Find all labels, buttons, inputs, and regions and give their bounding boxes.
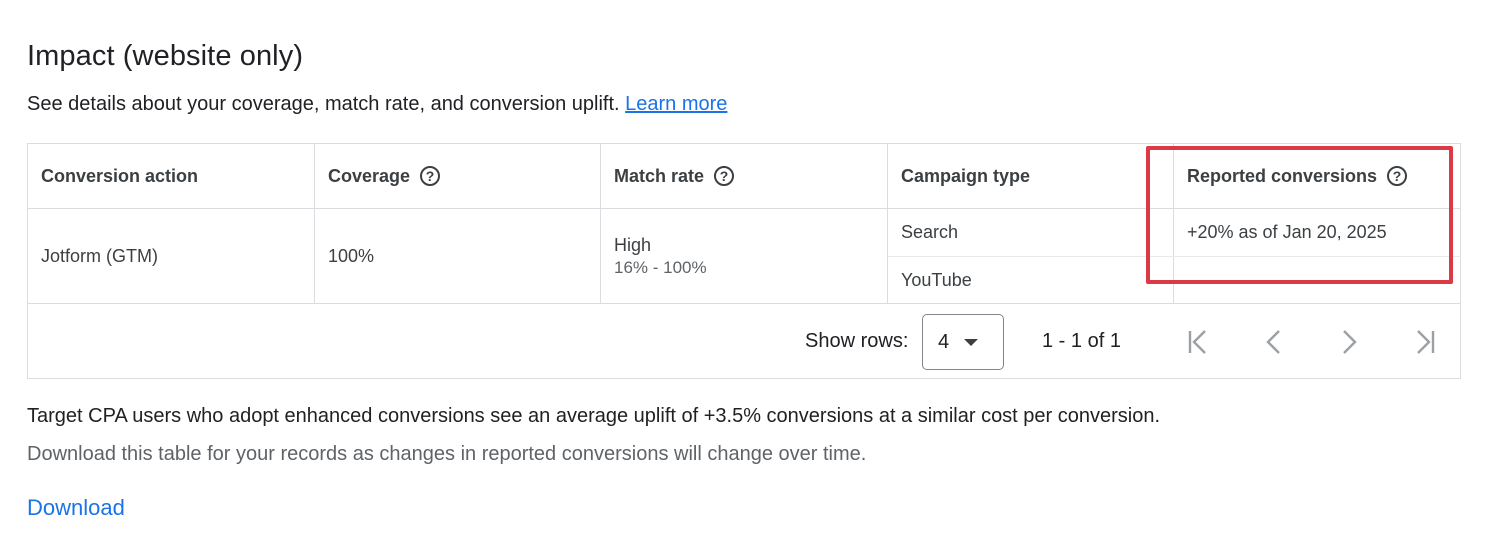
- table-cell-reported-youtube: -: [1174, 257, 1460, 303]
- rows-per-page-value: 4: [938, 330, 950, 353]
- column-header-label: Coverage: [328, 165, 411, 186]
- table-cell-match-rate: High 16% - 100%: [601, 209, 888, 303]
- download-link[interactable]: Download: [27, 495, 125, 521]
- column-header-match-rate: Match rate ?: [601, 144, 888, 208]
- match-rate-value: High: [614, 234, 652, 255]
- table-cell-coverage: 100%: [315, 209, 601, 303]
- dropdown-caret-icon: [964, 338, 979, 346]
- description-text: See details about your coverage, match r…: [27, 93, 620, 115]
- campaign-type-value: Search: [901, 222, 959, 242]
- column-header-label: Match rate: [614, 165, 705, 186]
- section-description: See details about your coverage, match r…: [27, 93, 727, 116]
- table-cell-campaign-type-search: Search: [888, 209, 1174, 256]
- pagination-range: 1 - 1 of 1: [1042, 330, 1121, 352]
- reported-conversions-value: -: [1187, 269, 1193, 290]
- reported-conversions-value: +20% as of Jan 20, 2025: [1187, 222, 1387, 242]
- learn-more-link[interactable]: Learn more: [625, 93, 727, 115]
- column-header-reported-conversions: Reported conversions ?: [1174, 144, 1460, 208]
- help-icon[interactable]: ?: [420, 166, 441, 186]
- impact-table: Conversion action Coverage ? Match rate …: [27, 143, 1461, 379]
- section-title: Impact (website only): [27, 40, 304, 72]
- uplift-note: Target CPA users who adopt enhanced conv…: [27, 405, 1161, 427]
- footer-divider: [28, 303, 1460, 304]
- table-cell-reported-search: +20% as of Jan 20, 2025: [1174, 209, 1460, 256]
- rows-per-page-select[interactable]: 4: [922, 314, 1004, 370]
- coverage-value: 100%: [328, 245, 375, 266]
- show-rows-label: Show rows:: [805, 330, 909, 352]
- match-rate-range: 16% - 100%: [614, 257, 707, 277]
- column-header-conversion-action: Conversion action: [28, 144, 315, 208]
- last-page-icon[interactable]: [1407, 324, 1443, 360]
- download-hint: Download this table for your records as …: [27, 443, 867, 465]
- first-page-icon[interactable]: [1180, 324, 1216, 360]
- column-header-label: Campaign type: [901, 165, 1031, 186]
- table-cell-conversion-action: Jotform (GTM): [28, 209, 315, 303]
- column-header-label: Conversion action: [41, 165, 199, 186]
- previous-page-icon[interactable]: [1256, 324, 1292, 360]
- help-icon[interactable]: ?: [714, 166, 735, 186]
- column-header-coverage: Coverage ?: [315, 144, 601, 208]
- sub-row-divider: [888, 256, 1461, 257]
- conversion-action-value: Jotform (GTM): [41, 245, 158, 266]
- next-page-icon[interactable]: [1331, 324, 1367, 360]
- column-header-label: Reported conversions: [1187, 165, 1378, 186]
- table-cell-campaign-type-youtube: YouTube: [888, 257, 1174, 303]
- help-icon[interactable]: ?: [1387, 166, 1408, 186]
- campaign-type-value: YouTube: [901, 269, 972, 290]
- column-header-campaign-type: Campaign type: [888, 144, 1174, 208]
